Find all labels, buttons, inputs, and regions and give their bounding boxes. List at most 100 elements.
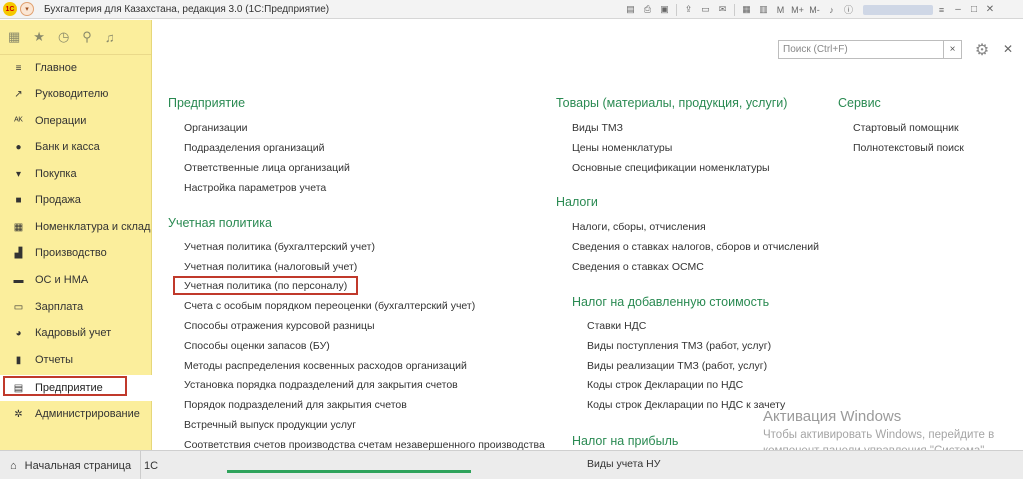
bank-icon: ● <box>15 141 22 153</box>
link-start-assistant[interactable]: Стартовый помощник <box>853 122 959 134</box>
link-osms-rates[interactable]: Сведения о ставках ОСМС <box>572 261 704 273</box>
close-window-button[interactable]: ✕ <box>982 2 998 17</box>
sidebar-item-label: Операции <box>35 115 87 127</box>
sidebar-item-label: Руководителю <box>35 88 109 100</box>
calculator-icon[interactable]: ▦ <box>738 2 755 17</box>
section-title-enterprise: Предприятие <box>168 96 246 110</box>
home-page-tab[interactable]: ⌂ Начальная страница <box>0 451 140 479</box>
section-title-taxes: Налоги <box>556 195 598 209</box>
link-vat-declaration-codes[interactable]: Коды строк Декларации по НДС <box>587 379 743 391</box>
link-policy-personnel[interactable]: Учетная политика (по персоналу) <box>184 280 347 292</box>
settings-dropdown-icon[interactable]: ≡ <box>933 2 950 17</box>
sidebar-item-label: Зарплата <box>35 301 84 313</box>
link-exchange-difference[interactable]: Способы отражения курсовой разницы <box>184 320 375 332</box>
search-icon[interactable]: ⚲ <box>82 29 92 45</box>
link-tax-rates-info[interactable]: Сведения о ставках налогов, сборов и отч… <box>572 241 819 253</box>
link-main-specs[interactable]: Основные спецификации номенклатуры <box>572 162 770 174</box>
sidebar-item[interactable]: ▾ Покупка <box>0 161 152 187</box>
settings-gear-icon[interactable]: ⚙ <box>971 40 993 59</box>
section-title-service: Сервис <box>838 96 881 110</box>
sidebar-item-label: Продажа <box>35 194 81 206</box>
title-bar: 1С ▾ Бухгалтерия для Казахстана, редакци… <box>0 0 1023 19</box>
link-item-prices[interactable]: Цены номенклатуры <box>572 142 672 154</box>
link-revaluation-accounts[interactable]: Счета с особым порядком переоценки (бухг… <box>184 300 475 312</box>
sidebar-toolbar: ▦ ★ ◷ ⚲ ♫ <box>0 20 151 55</box>
link-organizations[interactable]: Организации <box>184 122 248 134</box>
app-logo-icon: 1С <box>3 2 17 16</box>
print-preview-icon[interactable]: ▭ <box>697 2 714 17</box>
sidebar-item[interactable]: ≡ Главное <box>0 55 152 81</box>
link-tmz-types[interactable]: Виды ТМЗ <box>572 122 623 134</box>
link-icon[interactable]: ▣ <box>656 2 673 17</box>
history-icon[interactable]: ◷ <box>58 29 69 45</box>
print-icon[interactable]: ⎙ <box>639 2 656 17</box>
truck-icon: ▬ <box>13 274 24 286</box>
windows-activation-title: Активация Windows <box>763 408 902 425</box>
open-windows-bar: ⌂ Начальная страница 1С <box>0 450 1023 479</box>
sidebar-item[interactable]: ■ Продажа <box>0 187 152 213</box>
gear-icon: ✲ <box>14 408 23 420</box>
windows-activation-line1: Чтобы активировать Windows, перейдите в <box>763 429 995 441</box>
sidebar-item[interactable]: ✲ Администрирование <box>0 401 152 427</box>
memory-minus-button[interactable]: M- <box>806 2 823 17</box>
minimize-button[interactable]: – <box>950 2 966 17</box>
link-department-order[interactable]: Порядок подразделений для закрытия счето… <box>184 399 407 411</box>
sidebar-item-label: Номенклатура и склад <box>35 221 151 233</box>
user-name-redacted[interactable] <box>863 4 933 15</box>
cart-icon: ▾ <box>15 168 22 180</box>
apps-grid-icon[interactable]: ▦ <box>8 29 20 45</box>
sidebar-item-label: Главное <box>35 62 78 74</box>
link-policy-tax[interactable]: Учетная политика (налоговый учет) <box>184 261 357 273</box>
sidebar-item[interactable]: ▦ Номенклатура и склад <box>0 214 152 240</box>
search-clear-button[interactable]: × <box>944 40 962 59</box>
sidebar-item[interactable]: ◕ Кадровый учет <box>0 320 152 346</box>
bell-icon[interactable]: ♪ <box>823 2 840 17</box>
link-counter-output[interactable]: Встречный выпуск продукции услуг <box>184 419 356 431</box>
active-window-indicator <box>227 470 471 473</box>
sidebar-item[interactable]: ▤ Предприятие <box>0 375 152 401</box>
link-fulltext-search[interactable]: Полнотекстовый поиск <box>853 142 964 154</box>
next-window-tab[interactable]: 1С <box>140 451 158 479</box>
sidebar-item[interactable]: ▬ ОС и НМА <box>0 267 152 293</box>
sidebar-item-label: Администрирование <box>35 408 140 420</box>
link-taxes-fees[interactable]: Налоги, сборы, отчисления <box>572 221 706 233</box>
toolbar-divider <box>734 3 735 16</box>
sidebar-item[interactable]: ᴬᴷ Операции <box>0 108 152 134</box>
info-icon[interactable]: ⓘ <box>840 2 857 17</box>
sidebar-item[interactable]: ↗ Руководителю <box>0 81 152 107</box>
memory-plus-button[interactable]: M+ <box>789 2 806 17</box>
mail-icon[interactable]: ✉ <box>714 2 731 17</box>
link-responsible-persons[interactable]: Ответственные лица организаций <box>184 162 350 174</box>
link-indirect-costs[interactable]: Методы распределения косвенных расходов … <box>184 360 467 372</box>
sidebar-item-label: ОС и НМА <box>35 274 89 286</box>
operations-icon: ᴬᴷ <box>14 115 23 127</box>
maximize-button[interactable]: □ <box>966 2 982 17</box>
close-form-icon[interactable]: ✕ <box>1001 42 1015 56</box>
link-policy-accounting[interactable]: Учетная политика (бухгалтерский учет) <box>184 241 375 253</box>
sidebar-item[interactable]: ▭ Зарплата <box>0 294 152 320</box>
link-tmz-receipt-types[interactable]: Виды поступления ТМЗ (работ, услуг) <box>587 340 771 352</box>
link-inventory-valuation[interactable]: Способы оценки запасов (БУ) <box>184 340 330 352</box>
back-icon[interactable]: ▤ <box>622 2 639 17</box>
home-page-label: Начальная страница <box>24 459 132 472</box>
memory-m-button[interactable]: M <box>772 2 789 17</box>
reports-icon: ▮ <box>15 354 22 366</box>
link-tmz-sale-types[interactable]: Виды реализации ТМЗ (работ, услуг) <box>587 360 767 372</box>
save-icon[interactable]: ⇪ <box>680 2 697 17</box>
main-menu-button[interactable]: ▾ <box>20 2 34 16</box>
sidebar-item[interactable]: ● Банк и касса <box>0 134 152 160</box>
sidebar-item-label: Производство <box>35 247 107 259</box>
link-vat-offset-codes[interactable]: Коды строк Декларации по НДС к зачету <box>587 399 785 411</box>
search-input[interactable]: Поиск (Ctrl+F) <box>778 40 944 59</box>
link-org-departments[interactable]: Подразделения организаций <box>184 142 324 154</box>
link-department-order-setup[interactable]: Установка порядка подразделений для закр… <box>184 379 458 391</box>
notifications-bell-icon[interactable]: ♫ <box>105 30 115 45</box>
link-nu-types[interactable]: Виды учета НУ <box>587 458 660 470</box>
favorites-star-icon[interactable]: ★ <box>33 29 45 45</box>
sidebar-item[interactable]: ▮ Отчеты <box>0 347 152 373</box>
main-content: Поиск (Ctrl+F) × ⚙ ✕ Предприятие Организ… <box>153 20 1023 457</box>
sidebar-item[interactable]: ▟ Производство <box>0 240 152 266</box>
link-vat-rates[interactable]: Ставки НДС <box>587 320 646 332</box>
calendar-icon[interactable]: ▥ <box>755 2 772 17</box>
link-accounting-settings[interactable]: Настройка параметров учета <box>184 182 326 194</box>
